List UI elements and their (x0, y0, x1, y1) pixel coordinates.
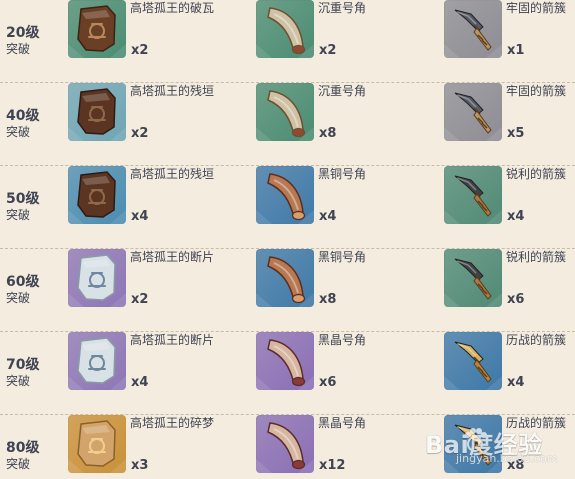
weathered-arrowhead-icon (444, 415, 502, 473)
material-item: 沉重号角 x8 (256, 83, 436, 166)
level-label: 80级 (6, 440, 40, 456)
material-name: 锐利的箭簇 (506, 167, 567, 181)
material-name: 高塔孤王的残垣 (130, 167, 215, 181)
fragment-icon (68, 332, 126, 390)
material-item: 锐利的箭簇 x4 (444, 166, 575, 249)
material-name: 黑晶号角 (318, 416, 367, 430)
ascension-row: 80级 突破 高塔孤王的碎梦 x3 黑晶号角 x12 历战的箭簇 x8 (0, 415, 575, 479)
material-name: 锐利的箭簇 (506, 250, 567, 264)
material-quantity: x2 (131, 126, 149, 141)
material-quantity: x4 (507, 209, 525, 224)
ascension-level: 70级 突破 (6, 358, 64, 389)
material-item: 高塔孤王的残垣 x2 (68, 83, 248, 166)
material-quantity: x2 (131, 292, 149, 307)
material-item: 黑晶号角 x12 (256, 415, 436, 479)
heavy-horn-icon (256, 0, 314, 58)
material-name: 高塔孤王的残垣 (130, 84, 215, 98)
material-quantity: x2 (319, 43, 337, 58)
sharp-arrowhead-icon (444, 166, 502, 224)
ascension-row: 40级 突破 高塔孤王的残垣 x2 沉重号角 x8 牢固的箭簇 x5 (0, 83, 575, 166)
black-crystal-horn-icon (256, 332, 314, 390)
material-item: 黑晶号角 x6 (256, 332, 436, 415)
level-label: 20级 (6, 25, 40, 41)
material-item: 高塔孤王的断片 x4 (68, 332, 248, 415)
ascension-label: 突破 (6, 42, 31, 56)
material-quantity: x8 (507, 458, 525, 473)
fragment-icon (68, 249, 126, 307)
level-label: 40级 (6, 108, 40, 124)
level-label: 50级 (6, 191, 40, 207)
material-item: 高塔孤王的破瓦 x2 (68, 0, 248, 83)
ascension-row: 70级 突破 高塔孤王的断片 x4 黑晶号角 x6 历战的箭簇 x4 (0, 332, 575, 415)
ascension-label: 突破 (6, 291, 31, 305)
black-bronze-horn-icon (256, 249, 314, 307)
material-quantity: x6 (319, 375, 337, 390)
material-name: 历战的箭簇 (506, 416, 567, 430)
material-item: 黑铜号角 x8 (256, 249, 436, 332)
black-bronze-horn-icon (256, 166, 314, 224)
material-name: 高塔孤王的碎梦 (130, 416, 215, 430)
material-quantity: x8 (319, 292, 337, 307)
material-item: 牢固的箭簇 x1 (444, 0, 575, 83)
ruined-tile-icon (68, 0, 126, 58)
ascension-level: 20级 突破 (6, 26, 64, 57)
ascension-level: 40级 突破 (6, 109, 64, 140)
material-item: 高塔孤王的碎梦 x3 (68, 415, 248, 479)
ascension-label: 突破 (6, 125, 31, 139)
material-item: 高塔孤王的残垣 x4 (68, 166, 248, 249)
material-quantity: x8 (319, 126, 337, 141)
sharp-arrowhead-icon (444, 249, 502, 307)
ascension-row: 20级 突破 高塔孤王的破瓦 x2 沉重号角 x2 牢固的箭簇 x1 (0, 0, 575, 83)
material-quantity: x4 (319, 209, 337, 224)
shattered-dream-icon (68, 415, 126, 473)
ascension-row: 60级 突破 高塔孤王的断片 x2 黑铜号角 x8 锐利的箭簇 x6 (0, 249, 575, 332)
firm-arrowhead-icon (444, 83, 502, 141)
level-label: 70级 (6, 357, 40, 373)
ascension-level: 80级 突破 (6, 441, 64, 472)
ascension-row: 50级 突破 高塔孤王的残垣 x4 黑铜号角 x4 锐利的箭簇 x4 (0, 166, 575, 249)
material-quantity: x4 (507, 375, 525, 390)
ruined-wall-icon (68, 83, 126, 141)
material-item: 高塔孤王的断片 x2 (68, 249, 248, 332)
material-quantity: x1 (507, 43, 525, 58)
material-name: 历战的箭簇 (506, 333, 567, 347)
material-name: 黑铜号角 (318, 167, 367, 181)
ascension-label: 突破 (6, 374, 31, 388)
material-item: 沉重号角 x2 (256, 0, 436, 83)
material-name: 高塔孤王的破瓦 (130, 1, 215, 15)
material-name: 高塔孤王的断片 (130, 333, 215, 347)
material-quantity: x6 (507, 292, 525, 307)
ascension-level: 60级 突破 (6, 275, 64, 306)
material-quantity: x3 (131, 458, 149, 473)
weathered-arrowhead-icon (444, 332, 502, 390)
material-name: 沉重号角 (318, 1, 367, 15)
level-label: 60级 (6, 274, 40, 290)
material-name: 黑铜号角 (318, 250, 367, 264)
heavy-horn-icon (256, 83, 314, 141)
black-crystal-horn-icon (256, 415, 314, 473)
material-quantity: x12 (319, 458, 346, 473)
material-name: 沉重号角 (318, 84, 367, 98)
firm-arrowhead-icon (444, 0, 502, 58)
ruined-wall-icon (68, 166, 126, 224)
material-name: 高塔孤王的断片 (130, 250, 215, 264)
material-name: 牢固的箭簇 (506, 84, 567, 98)
material-quantity: x2 (131, 43, 149, 58)
ascension-label: 突破 (6, 457, 31, 471)
material-quantity: x4 (131, 209, 149, 224)
material-item: 历战的箭簇 x8 (444, 415, 575, 479)
material-name: 牢固的箭簇 (506, 1, 567, 15)
material-item: 历战的箭簇 x4 (444, 332, 575, 415)
material-name: 黑晶号角 (318, 333, 367, 347)
material-quantity: x5 (507, 126, 525, 141)
material-item: 锐利的箭簇 x6 (444, 249, 575, 332)
material-item: 黑铜号角 x4 (256, 166, 436, 249)
ascension-level: 50级 突破 (6, 192, 64, 223)
material-quantity: x4 (131, 375, 149, 390)
ascension-label: 突破 (6, 208, 31, 222)
material-item: 牢固的箭簇 x5 (444, 83, 575, 166)
ascension-materials-page: 20级 突破 高塔孤王的破瓦 x2 沉重号角 x2 牢固的箭簇 x1 40级 突… (0, 0, 575, 479)
